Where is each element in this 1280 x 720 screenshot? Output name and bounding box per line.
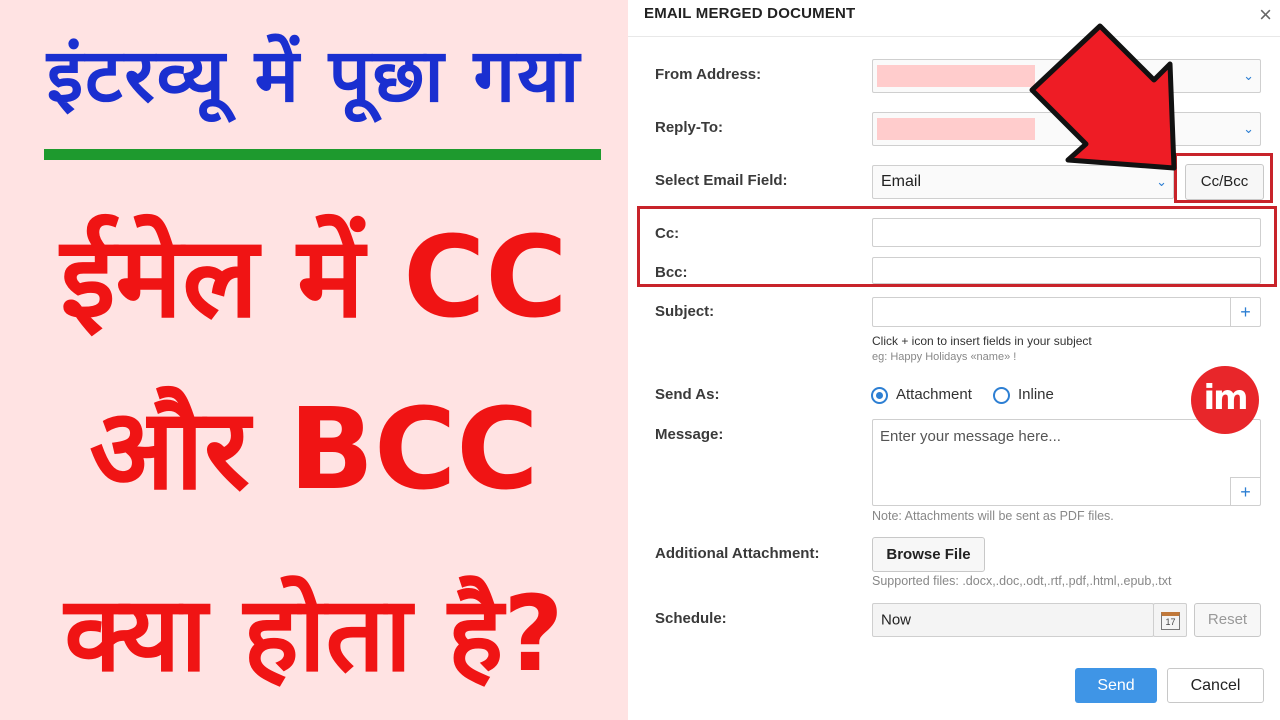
bcc-input[interactable]: [872, 257, 1261, 284]
redacted-value: [877, 118, 1035, 140]
additional-attachment-label: Additional Attachment:: [655, 545, 820, 562]
email-merge-dialog: EMAIL MERGED DOCUMENT × From Address: ⌄ …: [628, 0, 1280, 720]
green-divider: [44, 149, 601, 160]
attachment-note: Note: Attachments will be sent as PDF fi…: [872, 509, 1114, 523]
send-as-label: Send As:: [655, 386, 720, 403]
thumbnail-heading: इंटरव्यू में पूछा गया: [46, 33, 582, 119]
insert-field-plus-icon[interactable]: +: [1230, 298, 1260, 326]
red-arrow-icon: [1029, 23, 1177, 171]
subject-hint: Click + icon to insert fields in your su…: [872, 334, 1092, 348]
schedule-input[interactable]: Now: [872, 603, 1154, 637]
calendar-button[interactable]: 17: [1153, 603, 1187, 637]
channel-logo: im: [1191, 366, 1259, 434]
reset-button[interactable]: Reset: [1194, 603, 1261, 637]
cancel-button[interactable]: Cancel: [1167, 668, 1264, 703]
close-icon[interactable]: ×: [1259, 2, 1272, 28]
attachment-radio[interactable]: [871, 387, 888, 404]
reply-to-label: Reply-To:: [655, 119, 724, 136]
calendar-icon: 17: [1161, 612, 1180, 630]
thumbnail-line-question: क्या होता है?: [64, 573, 564, 695]
message-label: Message:: [655, 426, 724, 443]
insert-field-plus-icon[interactable]: +: [1230, 477, 1260, 505]
chevron-down-icon: ⌄: [1243, 68, 1254, 83]
schedule-value: Now: [881, 611, 912, 629]
dialog-title: EMAIL MERGED DOCUMENT: [644, 5, 856, 22]
inline-radio[interactable]: [993, 387, 1010, 404]
subject-label: Subject:: [655, 303, 715, 320]
cc-input[interactable]: [872, 218, 1261, 247]
message-textarea[interactable]: Enter your message here... +: [872, 419, 1261, 506]
send-button[interactable]: Send: [1075, 668, 1157, 703]
schedule-label: Schedule:: [655, 610, 727, 627]
thumbnail-panel: इंटरव्यू में पूछा गया ईमेल में CC और BCC…: [0, 0, 628, 720]
cc-label: Cc:: [655, 225, 680, 242]
attachment-radio-label: Attachment: [896, 386, 972, 403]
select-email-field-label: Select Email Field:: [655, 172, 788, 189]
inline-radio-label: Inline: [1018, 386, 1054, 403]
browse-file-button[interactable]: Browse File: [872, 537, 985, 572]
from-address-label: From Address:: [655, 66, 762, 83]
message-placeholder: Enter your message here...: [880, 428, 1061, 445]
redacted-value: [877, 65, 1035, 87]
email-field-value: Email: [881, 173, 922, 190]
bcc-label: Bcc:: [655, 264, 688, 281]
subject-example: eg: Happy Holidays «name» !: [872, 351, 1017, 363]
chevron-down-icon: ⌄: [1243, 121, 1254, 136]
supported-files-text: Supported files: .docx,.doc,.odt,.rtf,.p…: [872, 574, 1172, 588]
subject-input[interactable]: +: [872, 297, 1261, 327]
thumbnail-line-cc: ईमेल में CC: [60, 213, 568, 343]
thumbnail-line-bcc: और BCC: [89, 385, 539, 515]
